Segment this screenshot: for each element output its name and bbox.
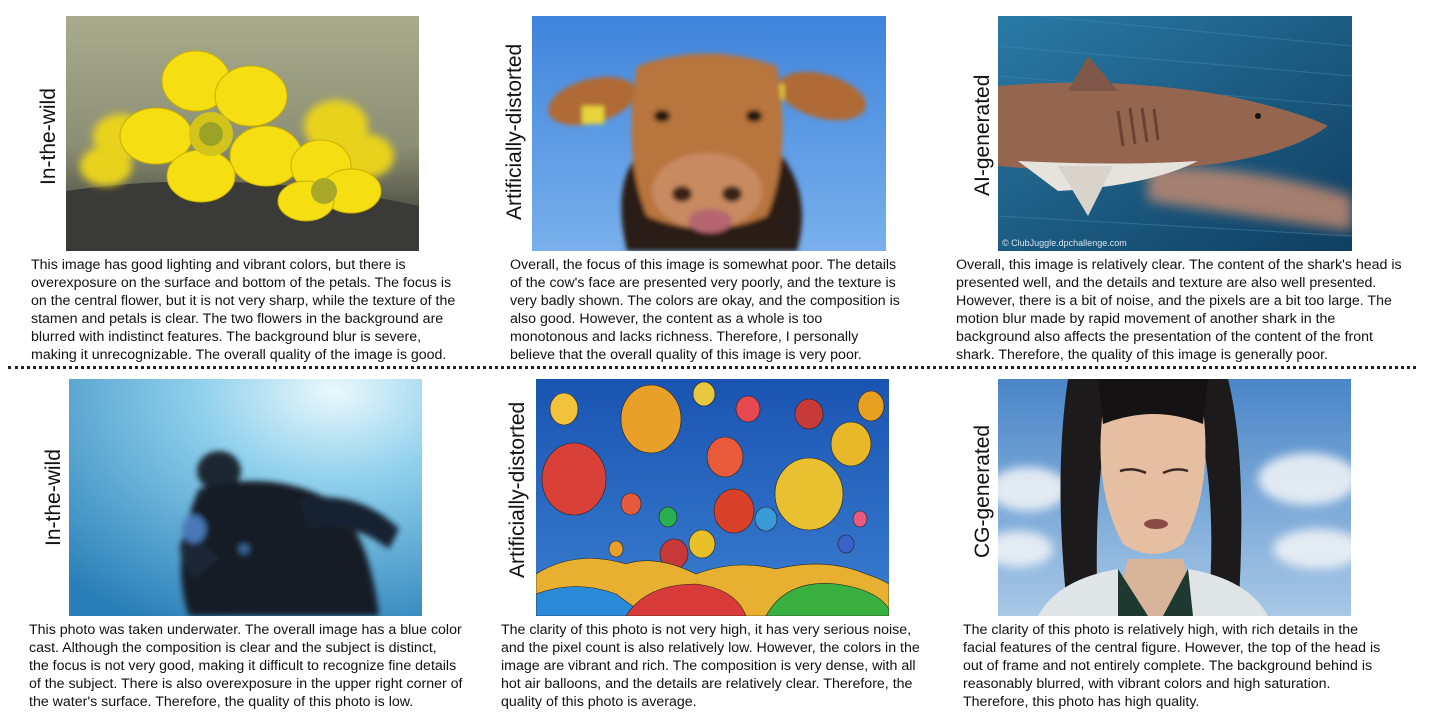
panel-label: CG-generated	[971, 424, 994, 558]
cg-character-image	[998, 379, 1351, 616]
flower-image	[66, 16, 419, 251]
panel-caption: This photo was taken underwater. The ove…	[29, 622, 463, 710]
row-divider	[8, 366, 1416, 369]
panel-caption: Overall, the focus of this image is some…	[510, 257, 900, 363]
panel-label: Artificially-distorted	[506, 401, 529, 578]
cow-image	[532, 16, 886, 251]
panel-label: In-the-wild	[37, 88, 60, 185]
shark-image: © ClubJuggle.dpchallenge.com	[998, 16, 1352, 251]
panel-label: In-the-wild	[42, 449, 65, 546]
watermark-text: © ClubJuggle.dpchallenge.com	[1002, 238, 1127, 248]
panel-caption: The clarity of this photo is not very hi…	[501, 622, 920, 710]
panel-caption: Overall, this image is relatively clear.…	[956, 257, 1402, 363]
panel-caption: This image has good lighting and vibrant…	[31, 257, 456, 363]
balloons-image	[536, 379, 889, 616]
panel-label: Artificially-distorted	[503, 43, 526, 220]
panel-caption: The clarity of this photo is relatively …	[963, 622, 1381, 710]
panel-label: AI-generated	[971, 74, 994, 196]
diver-image	[69, 379, 422, 616]
